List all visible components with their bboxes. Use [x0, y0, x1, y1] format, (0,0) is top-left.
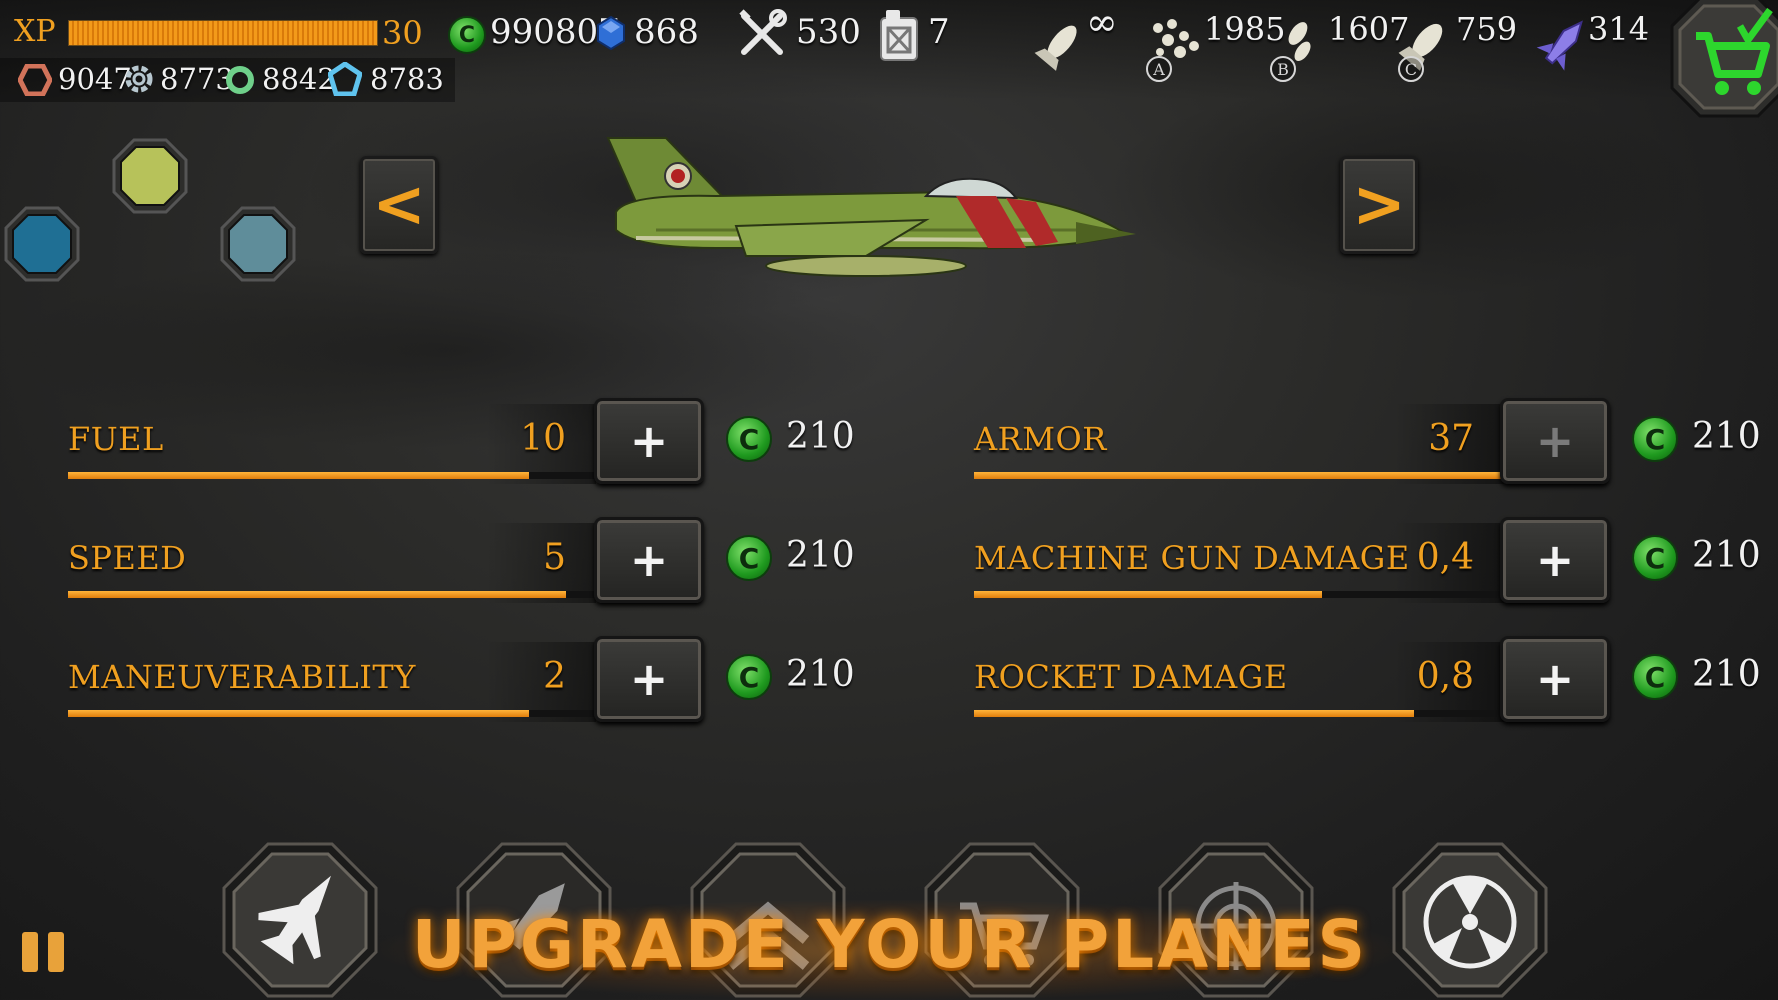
upgrade-plus-button[interactable]: +: [594, 636, 704, 722]
missile-icon: [1536, 20, 1583, 71]
banner-text: UPGRADE YOUR PLANES: [411, 906, 1369, 983]
upgrade-plus-button[interactable]: +: [1500, 636, 1610, 722]
stat-level-fill: [974, 591, 1322, 598]
upgrade-plus-button[interactable]: +: [1500, 517, 1610, 603]
coin-icon: C: [1632, 416, 1678, 462]
coin-icon: C: [726, 416, 772, 462]
part-count-nut: 9047: [58, 62, 132, 96]
stat-level-fill: [68, 591, 566, 598]
coin-icon: C: [1632, 535, 1678, 581]
chevron-right-icon: >: [1352, 168, 1406, 242]
top-hud: XP 30 C 990807 868 530 7 ∞ A 1985 B 1607…: [0, 0, 1778, 118]
upgrade-price: 210: [786, 654, 855, 695]
stat-value: 0,8: [1416, 656, 1474, 697]
coin-icon: C: [726, 535, 772, 581]
coin-icon: C: [448, 16, 486, 54]
stat-value: 37: [1428, 418, 1474, 459]
part-count-ring: 8842: [262, 62, 336, 96]
shop-cart-button[interactable]: [1670, 0, 1778, 118]
stat-value: 0,4: [1416, 537, 1474, 578]
gem-icon: [597, 16, 625, 50]
pause-button[interactable]: [18, 928, 70, 976]
hex-nut-icon: [18, 64, 52, 96]
wrench-count: 530: [796, 12, 861, 52]
stat-level-fill: [68, 710, 529, 717]
stat-label: MACHINE GUN DAMAGE: [974, 539, 1410, 577]
stat-label: ROCKET DAMAGE: [974, 658, 1288, 696]
coin-icon: C: [1632, 654, 1678, 700]
xp-progress-fill: [69, 21, 377, 45]
upgrade-plus-button[interactable]: +: [594, 398, 704, 484]
chevron-left-icon: <: [372, 168, 426, 242]
ammo-a-badge: A: [1146, 56, 1172, 82]
crystal-part-icon: [328, 62, 362, 96]
color-swatch-blue[interactable]: [4, 206, 80, 282]
ammo-c-count: 759: [1456, 10, 1518, 48]
ammo-c-badge: C: [1398, 56, 1424, 82]
stat-label: MANEUVERABILITY: [68, 658, 416, 696]
xp-label: XP: [14, 14, 56, 49]
stat-label: SPEED: [68, 539, 187, 577]
wrench-screwdriver-icon: [739, 9, 787, 55]
stat-value: 10: [520, 418, 566, 459]
nav-tab-radiation[interactable]: [1392, 842, 1548, 998]
stat-label: FUEL: [68, 420, 164, 458]
bomb-count-infinite: ∞: [1086, 0, 1118, 44]
stat-level-fill: [974, 710, 1414, 717]
ring-part-icon: [226, 66, 254, 94]
fuel-can-count: 7: [928, 12, 950, 52]
upgrade-price: 210: [1692, 654, 1761, 695]
stat-level-fill: [974, 472, 1505, 479]
part-count-gear: 8773: [160, 62, 234, 96]
gem-balance: 868: [634, 12, 699, 52]
coin-icon: C: [726, 654, 772, 700]
previous-plane-button[interactable]: <: [360, 156, 438, 254]
xp-level-value: 30: [382, 14, 423, 52]
jet-fighter-image: [606, 137, 1136, 277]
bomb-icon: [1034, 25, 1077, 71]
part-count-crystal: 8783: [370, 62, 444, 96]
stat-value: 2: [543, 656, 566, 697]
nav-tab-plane[interactable]: [222, 842, 378, 998]
missile-count: 314: [1588, 10, 1650, 48]
ammo-b-badge: B: [1270, 56, 1296, 82]
upgrade-plus-button[interactable]: +: [594, 517, 704, 603]
upgrade-plus-button[interactable]: +: [1500, 398, 1610, 484]
fuel-can-icon: [880, 10, 918, 61]
gear-part-icon: [125, 65, 153, 93]
stat-level-fill: [68, 472, 529, 479]
next-plane-button[interactable]: >: [1340, 156, 1418, 254]
upgrade-price: 210: [786, 535, 855, 576]
color-swatch-teal[interactable]: [220, 206, 296, 282]
xp-progress-bar: [68, 20, 378, 46]
promo-banner: UPGRADE YOUR PLANES: [380, 900, 1400, 1000]
stat-value: 5: [543, 537, 566, 578]
upgrade-price: 210: [786, 416, 855, 457]
color-swatch-yellow-green[interactable]: [112, 138, 188, 214]
upgrade-price: 210: [1692, 535, 1761, 576]
upgrade-price: 210: [1692, 416, 1761, 457]
stat-label: ARMOR: [974, 420, 1107, 458]
